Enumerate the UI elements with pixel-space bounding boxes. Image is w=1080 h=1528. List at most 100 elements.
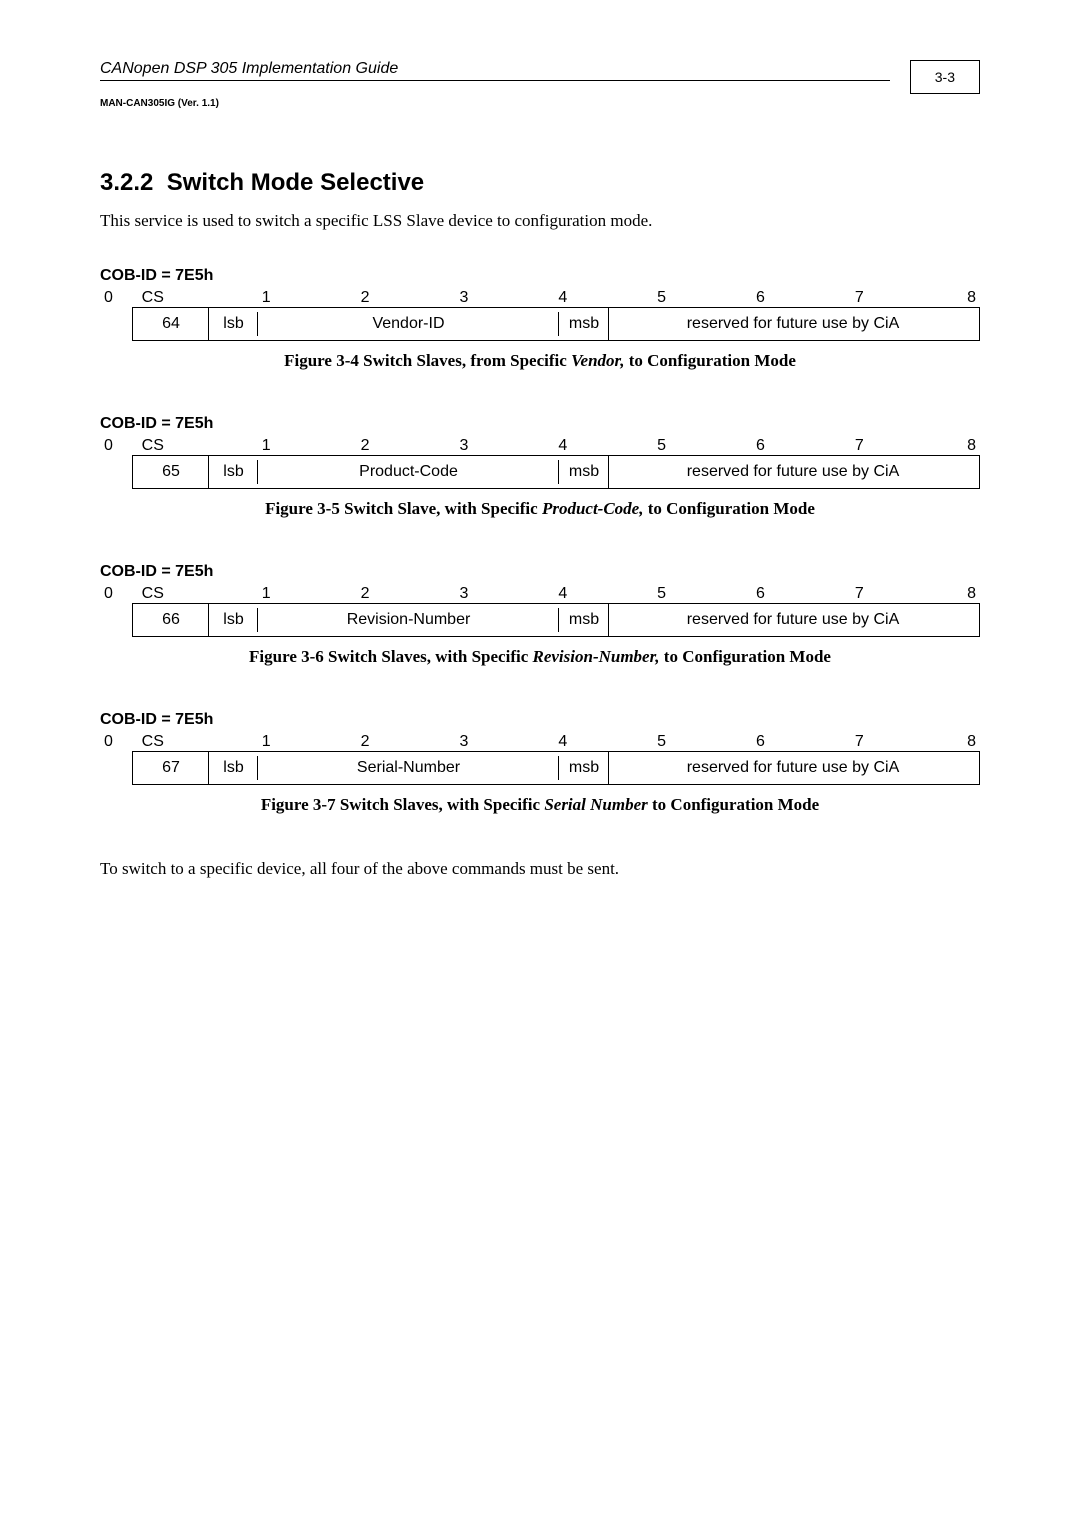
caption-text: to Configuration Mode: [624, 351, 795, 370]
frame-data-row: 65 lsb Product-Code msb reserved for fut…: [132, 455, 980, 489]
byte-2-label: 2: [316, 289, 415, 307]
reserved-cell: reserved for future use by CiA: [609, 604, 977, 636]
msb-cell: msb: [559, 456, 609, 488]
caption-text: Figure 3-7 Switch Slaves, with Specific: [261, 795, 544, 814]
byte-7-label: 7: [810, 733, 909, 751]
page-header: CANopen DSP 305 Implementation Guide 3-3: [100, 60, 980, 94]
cs-value: 67: [133, 752, 209, 784]
msb-cell: msb: [559, 752, 609, 784]
page-number: 3-3: [910, 60, 980, 94]
cs-label: CS: [136, 437, 217, 455]
caption-text: to Configuration Mode: [652, 795, 819, 814]
byte-3-label: 3: [414, 585, 513, 603]
byte-1-label: 1: [217, 733, 316, 751]
payload-name: Product-Code: [258, 456, 559, 488]
byte-2-label: 2: [316, 437, 415, 455]
frame-data-row: 64 lsb Vendor-ID msb reserved for future…: [132, 307, 980, 341]
byte-index-row: 0 CS 1 2 3 4 5 6 7 8: [100, 437, 980, 455]
frame-revision: 0 CS 1 2 3 4 5 6 7 8 66 lsb Revision-Num…: [100, 585, 980, 637]
byte-7-label: 7: [810, 585, 909, 603]
cs-value: 66: [133, 604, 209, 636]
doc-title: CANopen DSP 305 Implementation Guide: [100, 60, 890, 81]
caption-text: Figure 3-6 Switch Slaves, with Specific: [249, 647, 532, 666]
caption-italic: Vendor,: [571, 351, 624, 370]
cs-label: CS: [136, 585, 217, 603]
frame-data-row: 67 lsb Serial-Number msb reserved for fu…: [132, 751, 980, 785]
byte-1-label: 1: [217, 437, 316, 455]
frame-serial: 0 CS 1 2 3 4 5 6 7 8 67 lsb Serial-Numbe…: [100, 733, 980, 785]
msb-cell: msb: [559, 308, 609, 340]
caption-italic: Revision-Number,: [533, 647, 660, 666]
reserved-cell: reserved for future use by CiA: [609, 308, 977, 340]
byte-8-label: 8: [909, 733, 980, 751]
lsb-cell: lsb: [209, 308, 258, 340]
byte-6-label: 6: [711, 585, 810, 603]
byte-index-row: 0 CS 1 2 3 4 5 6 7 8: [100, 289, 980, 307]
byte-5-label: 5: [612, 289, 711, 307]
byte-4-label: 4: [513, 289, 612, 307]
figure-caption-3-7: Figure 3-7 Switch Slaves, with Specific …: [100, 795, 980, 815]
section-title: Switch Mode Selective: [167, 169, 424, 196]
figure-caption-3-4: Figure 3-4 Switch Slaves, from Specific …: [100, 351, 980, 371]
section-number: 3.2.2: [100, 169, 153, 196]
byte-0-label: 0: [100, 437, 136, 455]
doc-subtitle: MAN-CAN305IG (Ver. 1.1): [100, 98, 980, 109]
byte-3-label: 3: [414, 289, 513, 307]
byte-index-row: 0 CS 1 2 3 4 5 6 7 8: [100, 585, 980, 603]
lsb-cell: lsb: [209, 604, 258, 636]
byte-4-label: 4: [513, 437, 612, 455]
caption-text: to Configuration Mode: [643, 499, 814, 518]
frame-data-row: 66 lsb Revision-Number msb reserved for …: [132, 603, 980, 637]
caption-text: Figure 3-5 Switch Slave, with Specific: [265, 499, 542, 518]
caption-italic: Serial Number: [544, 795, 652, 814]
byte-3-label: 3: [414, 437, 513, 455]
closing-note: To switch to a specific device, all four…: [100, 859, 980, 879]
byte-3-label: 3: [414, 733, 513, 751]
byte-7-label: 7: [810, 289, 909, 307]
figure-caption-3-6: Figure 3-6 Switch Slaves, with Specific …: [100, 647, 980, 667]
byte-8-label: 8: [909, 289, 980, 307]
section-intro: This service is used to switch a specifi…: [100, 211, 980, 231]
cobid-label: COB-ID = 7E5h: [100, 563, 980, 581]
byte-5-label: 5: [612, 585, 711, 603]
cs-value: 65: [133, 456, 209, 488]
cobid-label: COB-ID = 7E5h: [100, 267, 980, 285]
payload-name: Serial-Number: [258, 752, 559, 784]
caption-text: to Configuration Mode: [660, 647, 831, 666]
lsb-cell: lsb: [209, 456, 258, 488]
byte-0-label: 0: [100, 585, 136, 603]
cobid-label: COB-ID = 7E5h: [100, 415, 980, 433]
byte-2-label: 2: [316, 585, 415, 603]
frame-product: 0 CS 1 2 3 4 5 6 7 8 65 lsb Product-Code…: [100, 437, 980, 489]
lsb-cell: lsb: [209, 752, 258, 784]
byte-4-label: 4: [513, 585, 612, 603]
payload-name: Vendor-ID: [258, 308, 559, 340]
frame-vendor: 0 CS 1 2 3 4 5 6 7 8 64 lsb Vendor-ID ms…: [100, 289, 980, 341]
byte-8-label: 8: [909, 437, 980, 455]
byte-8-label: 8: [909, 585, 980, 603]
byte-5-label: 5: [612, 437, 711, 455]
reserved-cell: reserved for future use by CiA: [609, 456, 977, 488]
byte-1-label: 1: [217, 289, 316, 307]
caption-text: Figure 3-4 Switch Slaves, from Specific: [284, 351, 571, 370]
byte-0-label: 0: [100, 733, 136, 751]
byte-1-label: 1: [217, 585, 316, 603]
caption-italic: Product-Code,: [542, 499, 644, 518]
byte-7-label: 7: [810, 437, 909, 455]
cs-value: 64: [133, 308, 209, 340]
figure-caption-3-5: Figure 3-5 Switch Slave, with Specific P…: [100, 499, 980, 519]
reserved-cell: reserved for future use by CiA: [609, 752, 977, 784]
byte-6-label: 6: [711, 437, 810, 455]
cs-label: CS: [136, 733, 217, 751]
byte-6-label: 6: [711, 733, 810, 751]
cs-label: CS: [136, 289, 217, 307]
byte-6-label: 6: [711, 289, 810, 307]
section-heading: 3.2.2 Switch Mode Selective: [100, 169, 980, 197]
byte-0-label: 0: [100, 289, 136, 307]
byte-4-label: 4: [513, 733, 612, 751]
byte-2-label: 2: [316, 733, 415, 751]
byte-5-label: 5: [612, 733, 711, 751]
cobid-label: COB-ID = 7E5h: [100, 711, 980, 729]
msb-cell: msb: [559, 604, 609, 636]
payload-name: Revision-Number: [258, 604, 559, 636]
